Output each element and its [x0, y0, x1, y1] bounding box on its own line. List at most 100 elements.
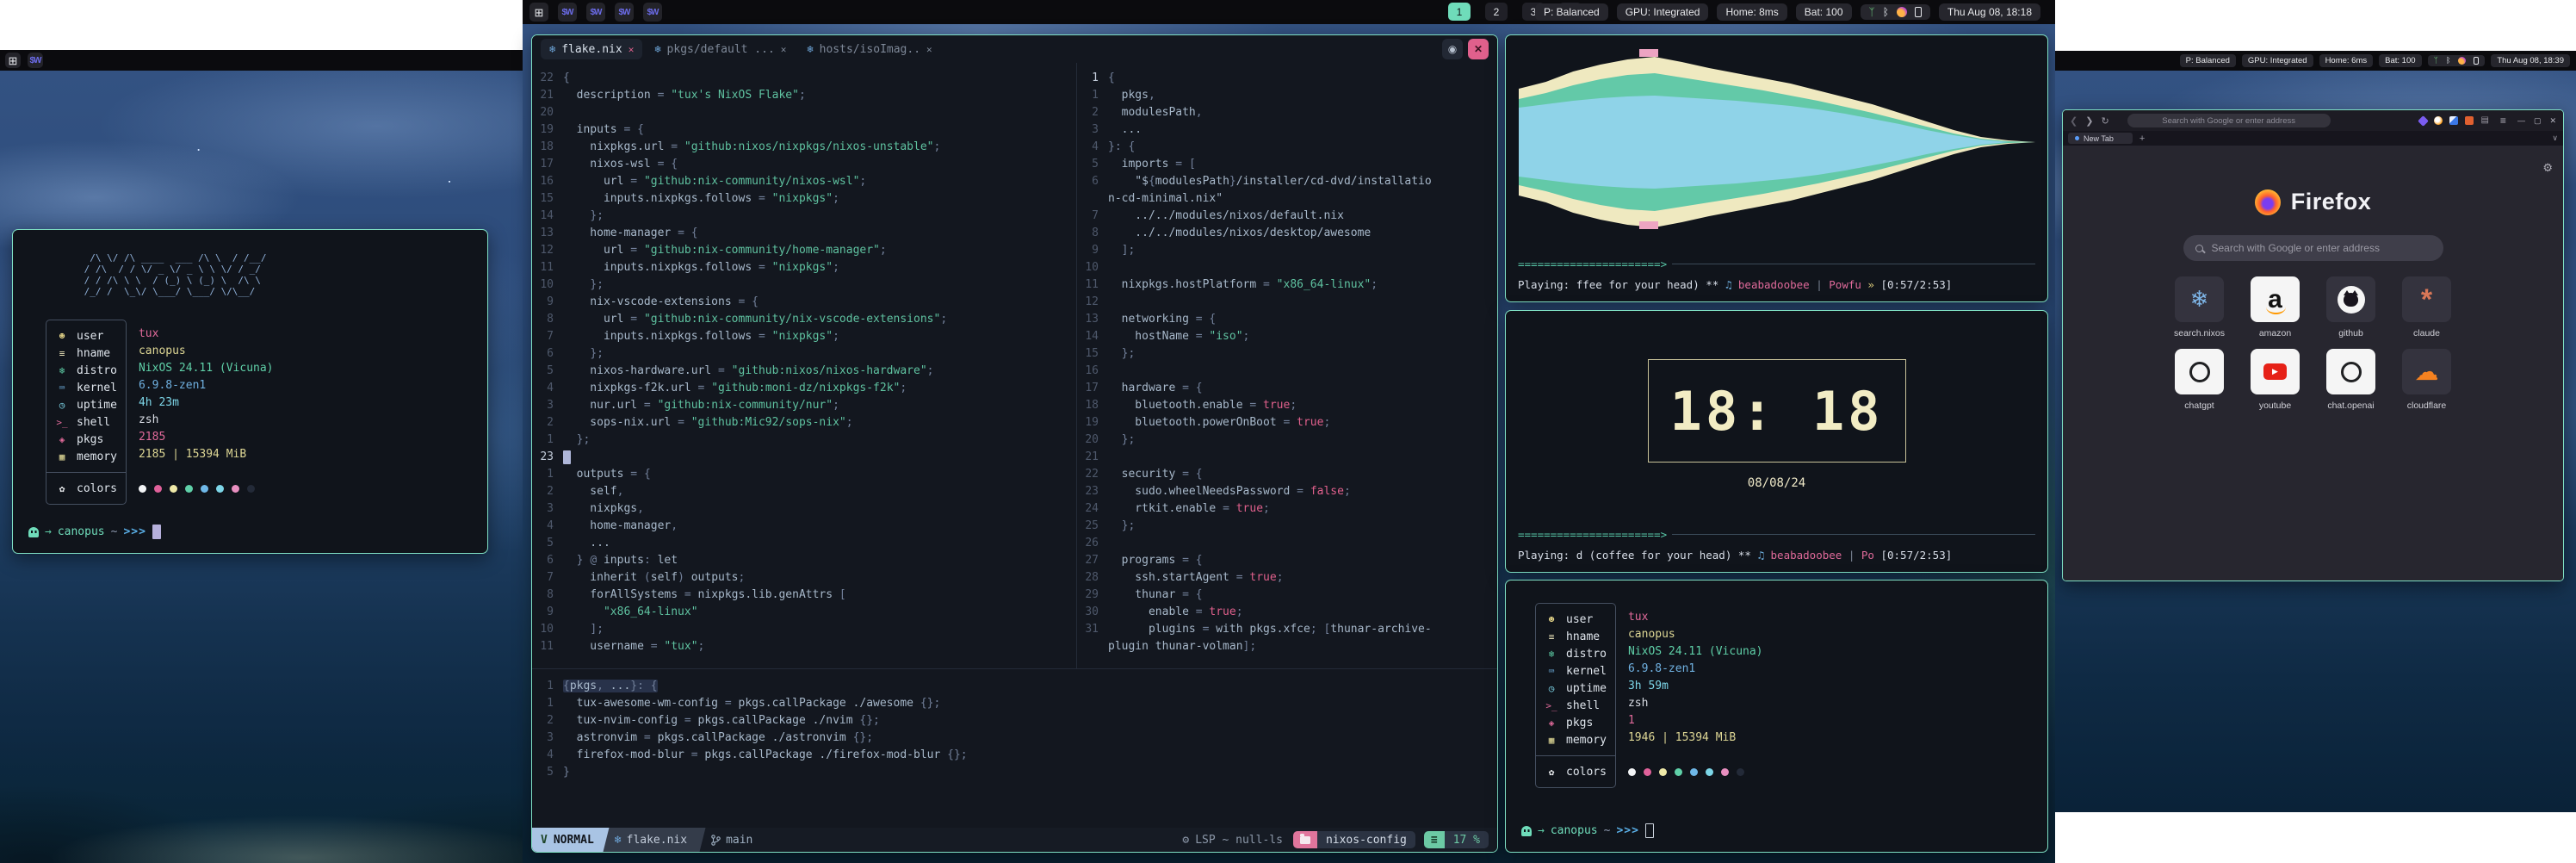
status-segment-0[interactable]: P: Balanced [1535, 3, 1608, 21]
tab-new-tab[interactable]: New Tab [2068, 133, 2133, 144]
network-icon[interactable]: ᛉ [2434, 57, 2438, 65]
code-line: 28 ssh.startAgent = true; [1077, 569, 1497, 587]
app-launcher-button[interactable]: ⊞ [5, 53, 21, 68]
line-number: 17 [1077, 380, 1108, 397]
status-segment-0[interactable]: P: Balanced [2180, 54, 2236, 67]
code-line: 8 url = "github:nix-community/nix-vscode… [532, 311, 1073, 328]
phone-icon[interactable] [1915, 7, 1922, 17]
color-dot [1628, 768, 1636, 776]
color-dot [201, 485, 208, 493]
neovim-window[interactable]: ❄flake.nix✕❄pkgs/default ...✕❄hosts/isoI… [531, 34, 1498, 853]
tab-close-icon[interactable]: ✕ [781, 44, 787, 55]
editor-pane-iso-image[interactable]: 1{1 pkgs,2 modulesPath,3 ...4}: {5 impor… [1076, 63, 1497, 668]
window-icon-button[interactable]: $W [643, 3, 662, 22]
window-icon-button[interactable]: $W [28, 53, 43, 68]
color-dot [170, 485, 177, 493]
shortcut-chat-openai[interactable]: chat.openai [2326, 349, 2376, 411]
temperature-icon[interactable] [1897, 7, 1907, 17]
firefox-logo: Firefox [2063, 189, 2563, 215]
sidebar-extension-icon[interactable]: ▤ [2480, 116, 2488, 125]
window-icon-button[interactable]: $W [615, 3, 634, 22]
cava-visualizer-window[interactable]: ======================> Playing: ffee fo… [1505, 34, 2048, 302]
lines-icon: ≡ [1431, 834, 1438, 847]
openai-icon [2189, 362, 2210, 382]
editor-pane-pkgs-default[interactable]: 1{pkgs, ...}: {1 tux-awesome-wm-config =… [532, 668, 1497, 828]
reload-icon[interactable]: ↻ [2101, 115, 2108, 127]
new-tab-button[interactable]: + [2139, 133, 2145, 144]
personalize-gear-icon[interactable]: ⚙ [2542, 161, 2553, 175]
minimize-icon[interactable]: — [2517, 116, 2525, 125]
status-segment-1[interactable]: GPU: Integrated [1617, 3, 1709, 21]
menu-icon[interactable]: ≡ [2500, 115, 2506, 127]
code-text: ]; [1108, 242, 1135, 259]
code-line: 17 nixos-wsl = { [532, 156, 1073, 173]
code-text: {pkgs, ...}: { [563, 678, 658, 695]
buffer-pin-button[interactable]: ◉ [1442, 39, 1463, 59]
launcher-group: ⊞ $W [5, 53, 50, 68]
buffer-close-button[interactable]: ✕ [1468, 39, 1489, 59]
shortcut-search-nixos[interactable]: ❄search.nixos [2175, 276, 2225, 338]
shortcut-claude[interactable]: *claude [2402, 276, 2452, 338]
window-icon-button[interactable]: $W [558, 3, 577, 22]
shortcut-github[interactable]: github [2326, 276, 2376, 338]
status-segment-2[interactable]: Home: 6ms [2319, 54, 2374, 67]
playing-text: [0:57/2:53] [1880, 549, 1952, 562]
fetch-row-memory: ▦memory [55, 448, 117, 465]
line-number: 23 [1077, 483, 1108, 500]
tab-close-icon[interactable]: ✕ [629, 44, 635, 55]
line-number: 1 [1077, 87, 1108, 104]
shortcut-chatgpt[interactable]: chatgpt [2175, 349, 2225, 411]
back-icon[interactable]: ❮ [2070, 115, 2078, 127]
workspace-1[interactable]: 1 [1448, 3, 1471, 21]
shortcut-amazon[interactable]: aamazon [2251, 276, 2300, 338]
orangesq-extension-icon[interactable] [2465, 116, 2474, 125]
tty-clock-window[interactable]: 18: 18 08/08/24 ======================> … [1505, 310, 2048, 573]
code-line: 7 inherit (self) outputs; [532, 569, 1073, 587]
app-launcher-button[interactable]: ⊞ [529, 3, 548, 22]
bluetooth-icon[interactable]: ᛒ [2446, 57, 2450, 65]
forward-icon[interactable]: ❯ [2085, 115, 2093, 127]
code-line: 7 inputs.nixpkgs.follows = "nixpkgs"; [532, 328, 1073, 345]
workspace-2[interactable]: 2 [1485, 3, 1508, 21]
status-segment-3[interactable]: Bat: 100 [1796, 3, 1852, 21]
newtab-search-input[interactable]: Search with Google or enter address [2183, 235, 2443, 261]
fetch-row-shell: >_shell [1545, 697, 1607, 714]
shell-prompt[interactable]: → canopus ~ >>> [28, 525, 161, 539]
code-line: 14 }; [532, 208, 1073, 225]
maximize-icon[interactable]: ▢ [2534, 116, 2542, 126]
diamond-extension-icon[interactable] [2418, 115, 2430, 127]
url-bar[interactable]: Search with Google or enter address [2127, 114, 2331, 127]
tab-pkgs-default-[interactable]: ❄pkgs/default ...✕ [646, 39, 795, 59]
kernel-icon: ⌨ [1545, 666, 1558, 677]
close-icon[interactable]: ✕ [2549, 116, 2556, 126]
shortcut-cloudflare[interactable]: ☁cloudflare [2402, 349, 2452, 411]
bluesq-extension-icon[interactable] [2449, 116, 2458, 125]
phone-icon[interactable] [2474, 57, 2479, 65]
window-icon-button[interactable]: $W [586, 3, 605, 22]
temperature-icon[interactable] [2458, 57, 2466, 65]
line-number: 1 [532, 432, 563, 449]
status-segment-2[interactable]: Home: 8ms [1717, 3, 1786, 21]
bluetooth-icon[interactable]: ᛒ [1883, 7, 1889, 17]
tab-close-icon[interactable]: ✕ [926, 44, 932, 55]
github-icon [2338, 286, 2365, 314]
orangecircle-extension-icon[interactable] [2434, 116, 2443, 125]
prompt-host: canopus [1551, 824, 1598, 837]
editor-pane-flake-nix[interactable]: 22{21 description = "tux's NixOS Flake";… [532, 63, 1073, 668]
tab-flake-nix[interactable]: ❄flake.nix✕ [541, 39, 642, 59]
status-segment-3[interactable]: Bat: 100 [2379, 54, 2421, 67]
fetch-row-memory: ▦memory [1545, 731, 1607, 748]
color-dot [1659, 768, 1667, 776]
terminal-window-fastfetch[interactable]: ☻user≡hname❄distro⌨kernel◷uptime>_shell◈… [1505, 580, 2048, 853]
tab-hosts-isoImag-[interactable]: ❄hosts/isoImag..✕ [798, 39, 940, 59]
firefox-logo-icon [2255, 189, 2281, 215]
firefox-window[interactable]: ❮ ❯ ↻ Search with Google or enter addres… [2062, 109, 2564, 581]
shell-prompt[interactable]: → canopus ~ >>> [1521, 823, 1654, 838]
line-number: 21 [532, 87, 563, 104]
line-number: 14 [1077, 328, 1108, 345]
terminal-window-left[interactable]: /\ \/ /\ ____ ___ /\ \ / /__/ / /\ / / \… [12, 229, 488, 554]
status-segment-1[interactable]: GPU: Integrated [2242, 54, 2313, 67]
tab-list-chevron-icon[interactable]: ∨ [2552, 133, 2558, 143]
shortcut-youtube[interactable]: ▶youtube [2251, 349, 2300, 411]
network-icon[interactable]: ᛉ [1869, 7, 1875, 17]
